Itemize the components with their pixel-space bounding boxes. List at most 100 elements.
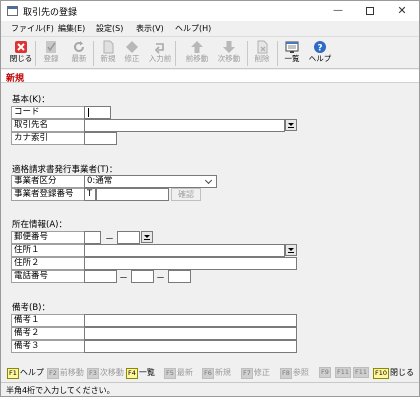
remark2-input[interactable]: [84, 327, 297, 340]
toolbar-refresh-button[interactable]: 最新: [68, 39, 90, 68]
toolbar-register-button[interactable]: 登録: [40, 39, 62, 68]
postal-code-second-input[interactable]: [117, 231, 140, 244]
fkey-close[interactable]: F10 閉じる: [373, 367, 414, 379]
fkey-refresh[interactable]: F5 最新: [164, 367, 193, 379]
refresh-icon: [74, 41, 84, 52]
minimize-button[interactable]: —: [323, 1, 353, 21]
toolbar-close-button[interactable]: 閉じる: [10, 39, 32, 68]
menu-bar: ファイル(F) 編集(E) 設定(S) 表示(V) ヘルプ(H): [1, 21, 419, 36]
title-bar: 取引先の登録 — ✕: [1, 1, 419, 21]
business-type-select[interactable]: 0:通常: [84, 175, 217, 188]
svg-text:?: ?: [317, 44, 322, 54]
business-type-label: 事業者区分: [11, 175, 85, 188]
kana-input[interactable]: [84, 132, 117, 145]
toolbar: 閉じる 登録 最新 新規 修正 入力前 前移動 次移動 削除 一覧 ? ヘルプ: [1, 36, 419, 69]
name-label: 取引先名: [11, 119, 85, 132]
maximize-icon: [366, 7, 374, 15]
confirm-button[interactable]: 確認: [171, 188, 201, 201]
fkey-list[interactable]: F4 一覧: [126, 367, 155, 379]
chevron-down-icon: [204, 176, 215, 187]
undo-icon: [154, 43, 164, 54]
menu-file[interactable]: ファイル(F): [11, 23, 54, 34]
fkey-next[interactable]: F3 次移動: [87, 367, 124, 379]
menu-settings[interactable]: 設定(S): [96, 23, 123, 34]
business-type-value: 0:通常: [87, 176, 113, 186]
basic-section-heading: 基本(K)：: [12, 95, 50, 105]
address2-label: 住所２: [11, 257, 85, 270]
toolbar-edit-button[interactable]: 修正: [121, 39, 143, 68]
code-label: コード: [11, 106, 85, 119]
app-window-icon: [7, 6, 18, 16]
menu-help[interactable]: ヘルプ(H): [175, 23, 211, 34]
maximize-button[interactable]: [355, 1, 385, 21]
fkey-reference[interactable]: F8 参照: [280, 367, 309, 379]
name-input[interactable]: [84, 119, 285, 132]
fkey-edit[interactable]: F7 修正: [241, 367, 270, 379]
registration-prefix: T: [84, 188, 96, 201]
address-section-heading: 所在情報(A)：: [12, 220, 67, 230]
remark2-label: 備考２: [11, 327, 85, 340]
phone-dash-1: －: [119, 274, 129, 284]
toolbar-next-label: 次移動: [217, 54, 241, 63]
list-icon: [285, 41, 299, 53]
toolbar-delete-label: 削除: [254, 54, 270, 63]
toolbar-delete-button[interactable]: 削除: [251, 39, 273, 68]
edit-icon: [126, 41, 138, 53]
toolbar-prev-button[interactable]: 前移動: [186, 39, 208, 68]
fkey-prev[interactable]: F2 前移動: [47, 367, 84, 379]
main-window: 取引先の登録 — ✕ ファイル(F) 編集(E) 設定(S) 表示(V) ヘルプ…: [0, 0, 420, 397]
toolbar-close-label: 閉じる: [9, 54, 33, 63]
phone-label: 電話番号: [11, 270, 85, 283]
remark1-input[interactable]: [84, 314, 297, 327]
register-icon: [46, 41, 56, 53]
toolbar-help-button[interactable]: ? ヘルプ: [309, 39, 331, 68]
function-key-bar: F1 ヘルプ F2 前移動 F3 次移動 F4 一覧 F5 最新 F6 新規 F7 修正 F8…: [1, 365, 419, 380]
toolbar-list-button[interactable]: 一覧: [281, 39, 303, 68]
delete-icon: [257, 40, 268, 54]
phone-area-input[interactable]: [84, 270, 117, 283]
fkey-f11-b[interactable]: F11: [353, 367, 370, 378]
fkey-f11-a[interactable]: F11: [335, 367, 352, 378]
postal-code-label: 郵便番号: [11, 231, 85, 244]
menu-edit[interactable]: 編集(E): [58, 23, 85, 34]
invoice-section-heading: 適格請求書発行事業者(T)：: [12, 165, 118, 175]
phone-number-input[interactable]: [168, 270, 191, 283]
phone-dash-2: －: [156, 274, 166, 284]
address1-label: 住所１: [11, 244, 85, 257]
mode-label: 新規: [6, 74, 25, 84]
toolbar-next-button[interactable]: 次移動: [218, 39, 240, 68]
arrow-down-icon: [223, 41, 235, 53]
kana-label: カナ索引: [11, 132, 85, 145]
mode-bar: 新規: [1, 70, 419, 84]
phone-exchange-input[interactable]: [131, 270, 154, 283]
window-title: 取引先の登録: [23, 8, 78, 18]
menu-view[interactable]: 表示(V): [136, 23, 164, 34]
close-door-icon: [15, 41, 27, 53]
remark3-label: 備考３: [11, 340, 85, 353]
window-close-button[interactable]: ✕: [387, 1, 417, 21]
arrow-up-icon: [191, 41, 203, 53]
toolbar-undo-button[interactable]: 入力前: [149, 39, 171, 68]
postal-code-first-input[interactable]: [84, 231, 101, 244]
toolbar-help-label: ヘルプ: [308, 54, 332, 63]
address1-input[interactable]: [84, 244, 285, 257]
help-icon: ?: [314, 41, 326, 54]
address1-lookup-button[interactable]: [285, 244, 297, 256]
status-bar: 半角4桁で入力してください。: [1, 382, 419, 396]
registration-number-label: 事業者登録番号: [11, 188, 85, 201]
toolbar-prev-label: 前移動: [185, 54, 209, 63]
remark3-input[interactable]: [84, 340, 297, 353]
text-cursor: [88, 108, 89, 117]
code-input[interactable]: [84, 106, 111, 119]
remarks-section-heading: 備考(B)：: [12, 303, 50, 313]
fkey-help[interactable]: F1 ヘルプ: [7, 367, 44, 379]
postal-lookup-button[interactable]: [141, 231, 153, 243]
toolbar-undo-label: 入力前: [148, 54, 172, 63]
address2-input[interactable]: [84, 257, 297, 270]
registration-number-input[interactable]: [96, 188, 169, 201]
toolbar-separator: [175, 41, 176, 66]
fkey-f9[interactable]: F9: [319, 367, 332, 378]
fkey-new[interactable]: F6 新規: [202, 367, 231, 379]
name-lookup-button[interactable]: [285, 119, 297, 131]
remark1-label: 備考１: [11, 314, 85, 327]
